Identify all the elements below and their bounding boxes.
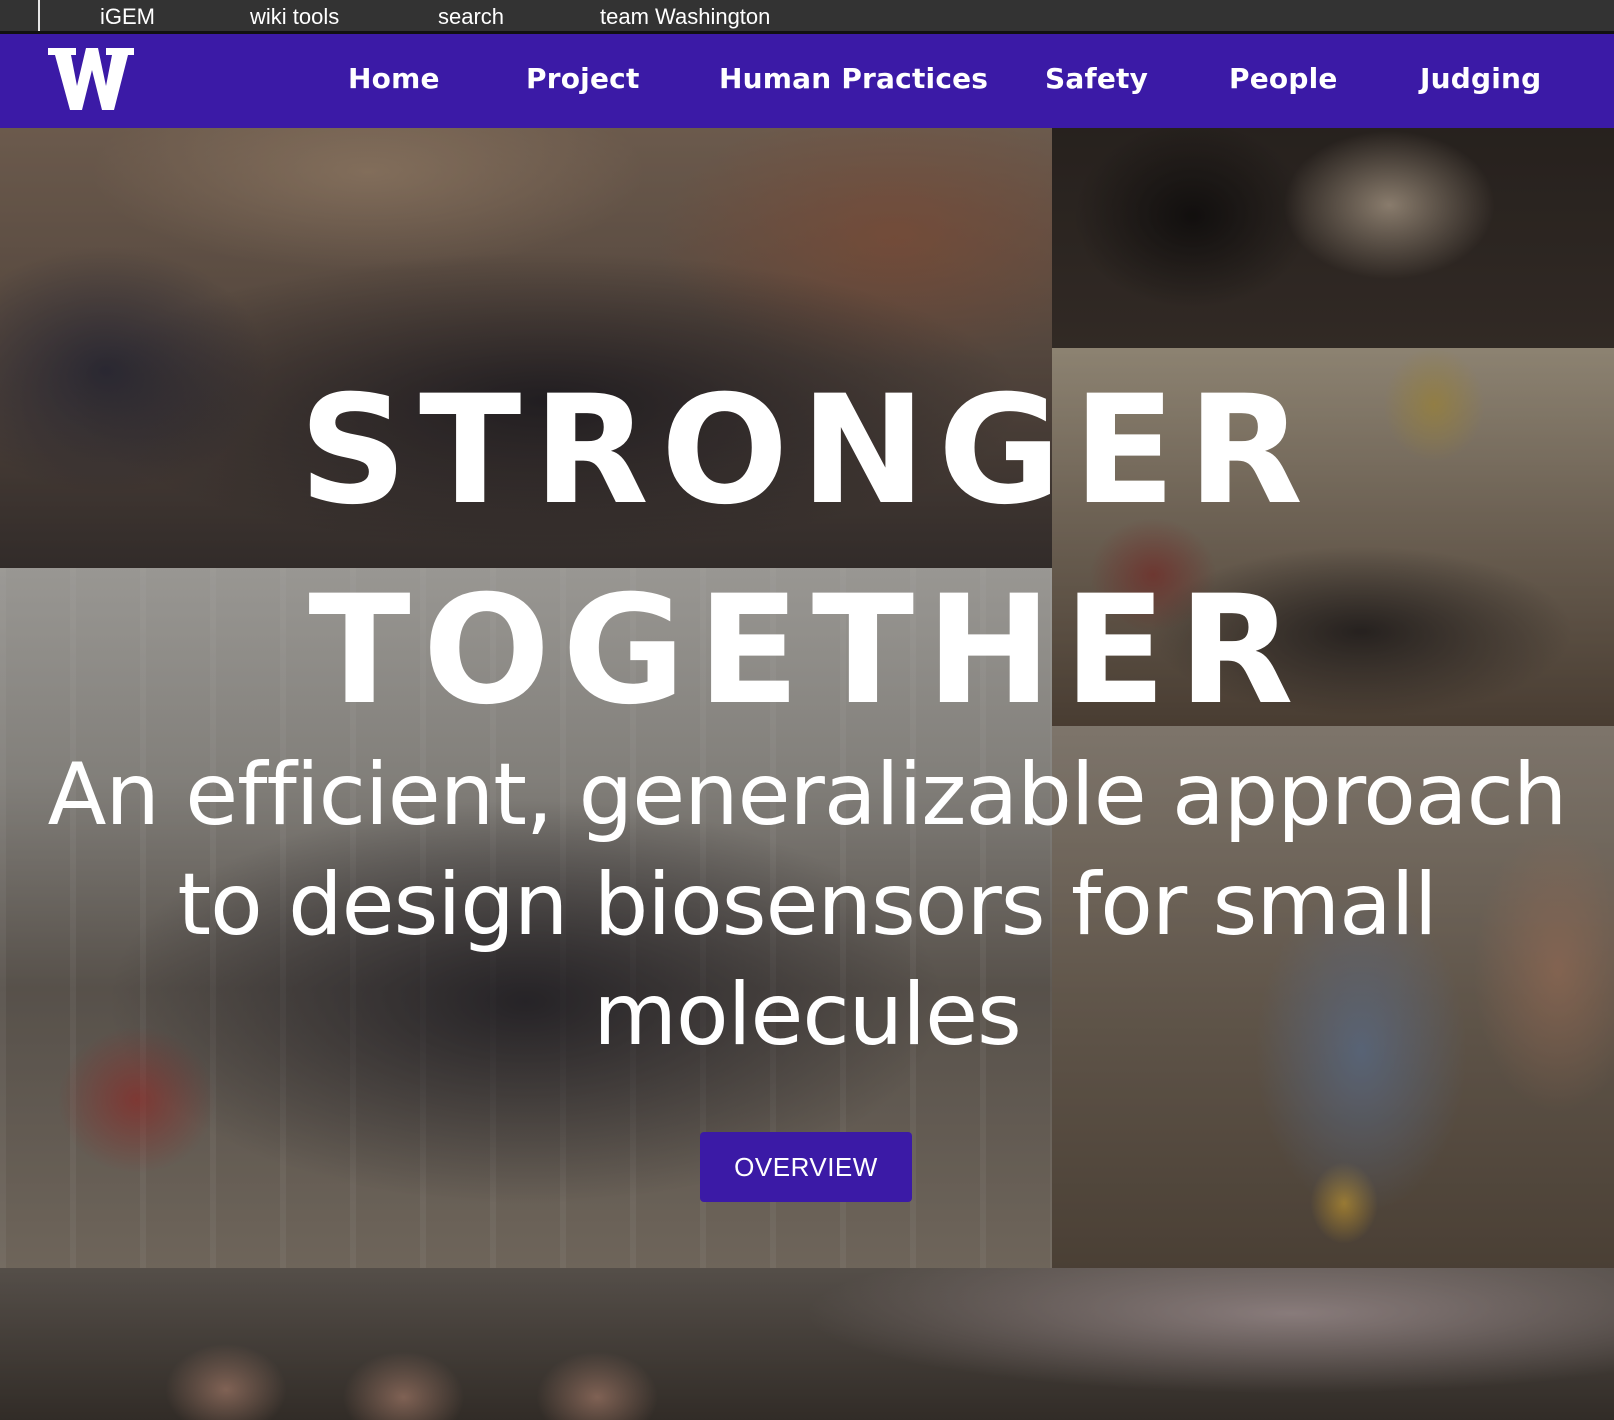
team-washington-link[interactable]: team Washington — [600, 4, 770, 30]
nav-home[interactable]: Home — [348, 62, 440, 95]
nav-judging[interactable]: Judging — [1420, 62, 1541, 95]
wiki-tools-link[interactable]: wiki tools — [250, 4, 339, 30]
site-nav: Home Project Human Practices Safety Peop… — [0, 34, 1614, 128]
nav-safety[interactable]: Safety — [1045, 62, 1148, 95]
hero-title-line2: TOGETHER — [308, 564, 1306, 738]
nav-human-practices[interactable]: Human Practices — [719, 62, 988, 95]
hero-subtitle: An efficient, generalizable approach to … — [47, 745, 1568, 1065]
hero-title-line1: STRONGER — [299, 364, 1315, 538]
search-link[interactable]: search — [438, 4, 504, 30]
nav-people[interactable]: People — [1229, 62, 1338, 95]
igem-link[interactable]: iGEM — [100, 4, 155, 30]
overview-button[interactable]: OVERVIEW — [700, 1132, 912, 1202]
hero-section: STRONGER TOGETHER An efficient, generali… — [0, 128, 1614, 1420]
igem-top-bar: iGEM wiki tools search team Washington — [0, 0, 1614, 34]
hero-content: STRONGER TOGETHER An efficient, generali… — [0, 128, 1614, 1420]
nav-project[interactable]: Project — [526, 62, 640, 95]
uw-w-logo-icon[interactable] — [48, 48, 134, 110]
igem-bar-divider — [38, 0, 40, 31]
